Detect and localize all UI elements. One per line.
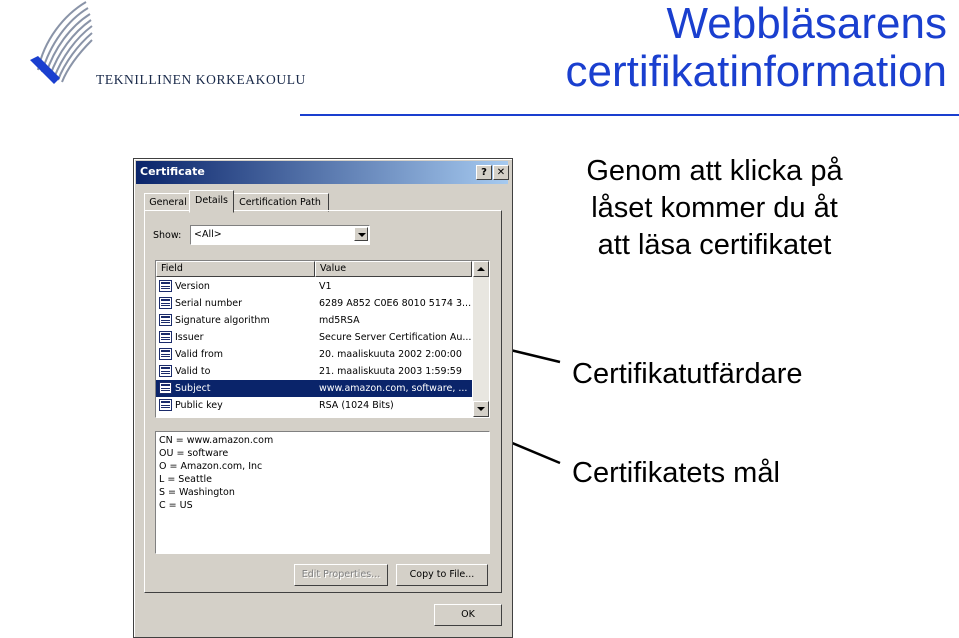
note-subject: Certifikatets mål xyxy=(572,457,780,489)
show-select[interactable]: <All> xyxy=(190,225,370,245)
help-button[interactable]: ? xyxy=(476,165,492,180)
field-name: Subject xyxy=(175,383,211,394)
dialog-title: Certificate xyxy=(140,165,205,178)
detail-line: OU = software xyxy=(159,448,229,459)
slide-title-line2: certifikatinformation xyxy=(565,47,947,96)
detail-line: CN = www.amazon.com xyxy=(159,435,274,446)
ok-button[interactable]: OK xyxy=(434,604,502,626)
show-select-value: <All> xyxy=(194,229,222,240)
chevron-down-icon[interactable] xyxy=(354,227,368,241)
field-name: Issuer xyxy=(175,332,204,343)
field-value: RSA (1024 Bits) xyxy=(319,400,394,411)
certificate-field-icon xyxy=(159,382,172,394)
field-value: 21. maaliskuuta 2003 1:59:59 xyxy=(319,366,462,377)
field-name: Valid to xyxy=(175,366,211,377)
field-value: Secure Server Certification Au... xyxy=(319,332,472,343)
note-issuer: Certifikatutfärdare xyxy=(572,358,803,390)
certificate-field-icon xyxy=(159,348,172,360)
field-detail-box[interactable]: CN = www.amazon.com OU = software O = Am… xyxy=(155,431,490,554)
certificate-field-icon xyxy=(159,331,172,343)
slide-title: Webbläsarens certifikatinformation xyxy=(566,0,947,96)
column-header-field[interactable]: Field xyxy=(156,261,315,277)
title-rule xyxy=(300,114,959,116)
show-label: Show: xyxy=(153,230,182,241)
detail-line: C = US xyxy=(159,500,193,511)
dialog-titlebar[interactable]: Certificate ? ✕ xyxy=(136,161,509,184)
field-name: Public key xyxy=(175,400,223,411)
table-row[interactable]: Issuer Secure Server Certification Au... xyxy=(156,329,472,346)
note-main: Genom att klicka på låset kommer du åt a… xyxy=(572,153,857,264)
field-name: Signature algorithm xyxy=(175,315,270,326)
close-button[interactable]: ✕ xyxy=(493,165,509,180)
column-header-value[interactable]: Value xyxy=(315,261,472,277)
field-value: V1 xyxy=(319,281,332,292)
detail-line: L = Seattle xyxy=(159,474,212,485)
field-name: Valid from xyxy=(175,349,224,360)
edit-properties-label: Edit Properties... xyxy=(301,569,381,580)
detail-line: S = Washington xyxy=(159,487,235,498)
certificate-field-icon xyxy=(159,399,172,411)
certificate-field-icon xyxy=(159,297,172,309)
certificate-field-icon xyxy=(159,314,172,326)
detail-line: O = Amazon.com, Inc xyxy=(159,461,263,472)
note-main-line2: låset kommer du åt xyxy=(591,192,838,224)
logo-text: TEKNILLINEN KORKEAKOULU xyxy=(96,72,306,87)
list-scrollbar[interactable] xyxy=(473,261,489,417)
certificate-dialog: Certificate ? ✕ General Details Certific… xyxy=(133,158,513,638)
scroll-up-icon[interactable] xyxy=(473,261,489,277)
scroll-down-icon[interactable] xyxy=(473,401,489,417)
table-row[interactable]: Serial number 6289 A852 C0E6 8010 5174 3… xyxy=(156,295,472,312)
field-name: Version xyxy=(175,281,210,292)
field-value: md5RSA xyxy=(319,315,360,326)
copy-to-file-label: Copy to File... xyxy=(409,569,475,580)
table-row[interactable]: Valid from 20. maaliskuuta 2002 2:00:00 xyxy=(156,346,472,363)
list-header: Field Value xyxy=(156,261,472,277)
edit-properties-button[interactable]: Edit Properties... xyxy=(294,564,388,586)
note-main-line3: att läsa certifikatet xyxy=(597,229,832,261)
field-value: 20. maaliskuuta 2002 2:00:00 xyxy=(319,349,462,360)
table-row-selected[interactable]: Subject www.amazon.com, software, ... xyxy=(156,380,472,397)
note-main-line1: Genom att klicka på xyxy=(586,155,843,187)
certificate-field-icon xyxy=(159,365,172,377)
table-row[interactable]: Public key RSA (1024 Bits) xyxy=(156,397,472,414)
copy-to-file-button[interactable]: Copy to File... xyxy=(396,564,488,586)
table-row[interactable]: Valid to 21. maaliskuuta 2003 1:59:59 xyxy=(156,363,472,380)
field-name: Serial number xyxy=(175,298,242,309)
slide-title-line1: Webbläsarens xyxy=(666,0,947,48)
field-value: 6289 A852 C0E6 8010 5174 3... xyxy=(319,298,472,309)
table-row[interactable]: Version V1 xyxy=(156,278,472,295)
tab-details[interactable]: Details xyxy=(189,190,234,213)
table-row[interactable]: Signature algorithm md5RSA xyxy=(156,312,472,329)
ok-label: OK xyxy=(461,609,475,620)
fields-list[interactable]: Field Value Version V1 Serial number 628… xyxy=(155,260,490,418)
field-value: www.amazon.com, software, ... xyxy=(319,383,468,394)
certificate-field-icon xyxy=(159,280,172,292)
list-rows: Version V1 Serial number 6289 A852 C0E6 … xyxy=(156,278,472,414)
